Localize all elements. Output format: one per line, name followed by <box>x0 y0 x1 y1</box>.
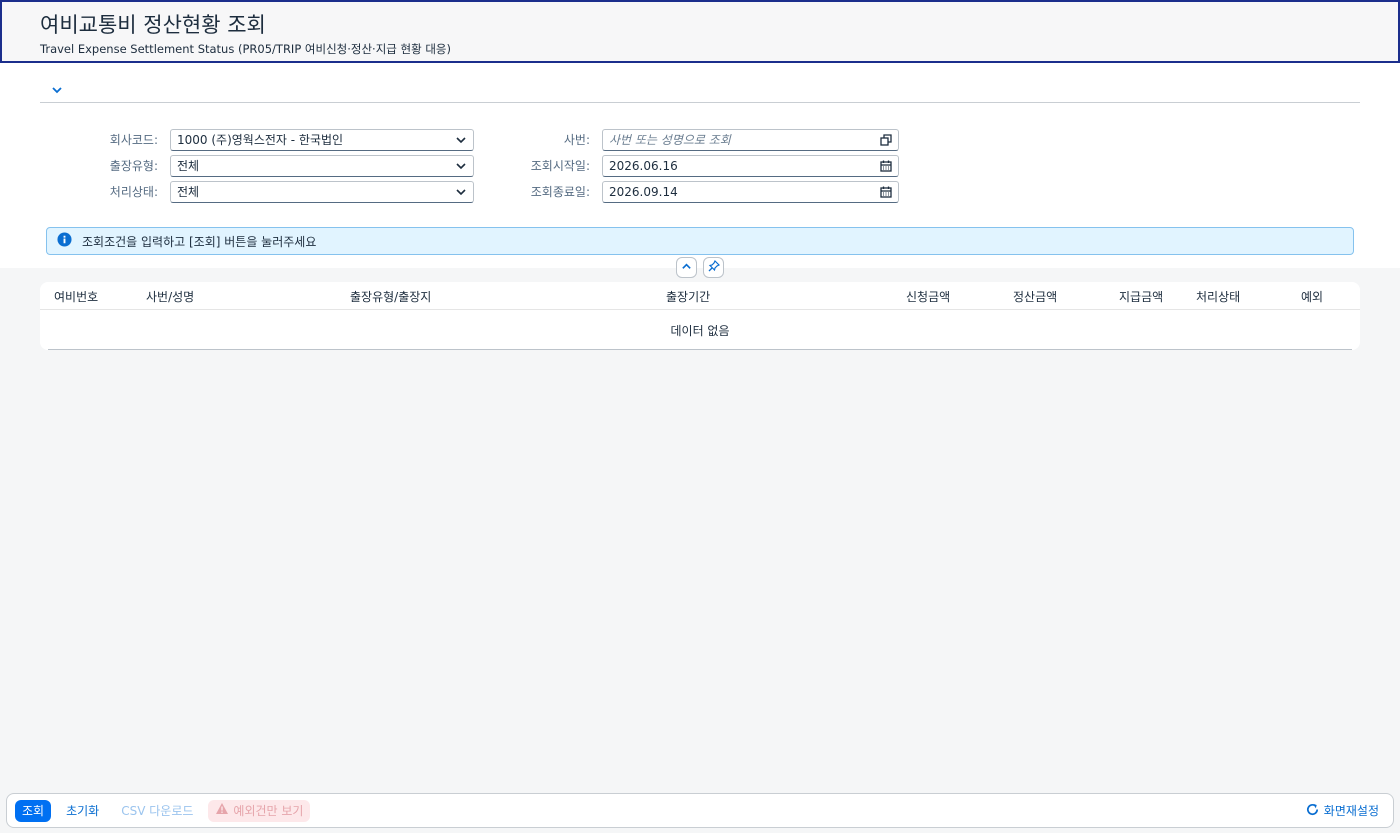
end-date-value: 2026.09.14 <box>609 185 678 199</box>
column-header-settled-amount[interactable]: 정산금액 <box>1013 288 1057 305</box>
trip-type-select[interactable]: 전체 <box>170 155 474 177</box>
info-icon <box>57 232 72 250</box>
end-date-input[interactable]: 2026.09.14 <box>602 181 899 203</box>
header-toggle-group <box>676 257 724 278</box>
page-subtitle: Travel Expense Settlement Status (PR05/T… <box>40 42 451 56</box>
layout-reset-button[interactable]: 화면재설정 <box>1305 802 1379 820</box>
company-code-select[interactable]: 1000 (주)영웍스전자 - 한국법인 <box>170 129 474 151</box>
chevron-down-icon[interactable] <box>453 132 469 148</box>
footer-toolbar: 조회 초기화 CSV 다운로드 예외건만 보기 화면재설정 <box>6 793 1394 828</box>
reset-button[interactable]: 초기화 <box>59 800 106 822</box>
trip-type-value: 전체 <box>177 159 200 173</box>
info-message-strip: 조회조건을 입력하고 [조회] 버튼을 눌러주세요 <box>46 227 1354 255</box>
exceptions-only-label: 예외건만 보기 <box>233 803 304 818</box>
status-value: 전체 <box>177 185 200 199</box>
calendar-icon[interactable] <box>878 158 894 174</box>
table-bottom-border <box>48 349 1352 350</box>
company-code-label: 회사코드: <box>109 133 158 147</box>
no-data-text: 데이터 없음 <box>670 324 730 338</box>
column-header-employee[interactable]: 사번/성명 <box>146 288 194 305</box>
column-header-requested-amount[interactable]: 신청금액 <box>906 288 950 305</box>
end-date-label: 조회종료일: <box>530 185 590 199</box>
layout-reset-label: 화면재설정 <box>1323 804 1379 818</box>
filter-bar: 회사코드: 1000 (주)영웍스전자 - 한국법인 출장유형: 전체 처리상태… <box>0 63 1400 268</box>
table-header: 여비번호 사번/성명 출장유형/출장지 출장기간 신청금액 정산금액 지급금액 … <box>40 282 1360 310</box>
status-select[interactable]: 전체 <box>170 181 474 203</box>
pin-header-button[interactable] <box>703 257 724 278</box>
warning-icon <box>215 800 229 822</box>
status-label: 처리상태: <box>109 185 158 199</box>
refresh-icon <box>1305 802 1320 820</box>
results-table: 여비번호 사번/성명 출장유형/출장지 출장기간 신청금액 정산금액 지급금액 … <box>40 282 1360 350</box>
company-code-value: 1000 (주)영웍스전자 - 한국법인 <box>177 133 344 147</box>
column-header-paid-amount[interactable]: 지급금액 <box>1119 288 1163 305</box>
search-button[interactable]: 조회 <box>15 799 52 822</box>
employee-placeholder: 사번 또는 성명으로 조회 <box>609 133 731 147</box>
employee-input[interactable]: 사번 또는 성명으로 조회 <box>602 129 899 151</box>
chevron-down-icon[interactable] <box>453 158 469 174</box>
chevron-down-icon[interactable] <box>48 81 66 99</box>
chevron-down-icon[interactable] <box>453 184 469 200</box>
start-date-label: 조회시작일: <box>530 159 590 173</box>
trip-type-label: 출장유형: <box>109 159 158 173</box>
exceptions-only-button[interactable]: 예외건만 보기 <box>208 799 311 822</box>
info-message-text: 조회조건을 입력하고 [조회] 버튼을 눌러주세요 <box>82 234 317 249</box>
pin-icon <box>708 259 720 275</box>
collapse-header-button[interactable] <box>676 257 697 278</box>
csv-download-button[interactable]: CSV 다운로드 <box>114 800 200 822</box>
start-date-input[interactable]: 2026.06.16 <box>602 155 899 177</box>
value-help-icon[interactable] <box>878 132 894 148</box>
column-header-trip-number[interactable]: 여비번호 <box>54 288 98 305</box>
page-title: 여비교통비 정산현황 조회 <box>40 13 266 37</box>
column-header-exception[interactable]: 예외 <box>1301 288 1323 305</box>
page-header: 여비교통비 정산현황 조회 Travel Expense Settlement … <box>0 0 1400 63</box>
chevron-up-icon <box>681 261 692 275</box>
column-header-trip-type[interactable]: 출장유형/출장지 <box>350 288 431 305</box>
column-header-status[interactable]: 처리상태 <box>1196 288 1240 305</box>
calendar-icon[interactable] <box>878 184 894 200</box>
column-header-period[interactable]: 출장기간 <box>666 288 710 305</box>
filter-divider <box>40 102 1360 103</box>
start-date-value: 2026.06.16 <box>609 159 678 173</box>
employee-label: 사번: <box>563 133 590 147</box>
